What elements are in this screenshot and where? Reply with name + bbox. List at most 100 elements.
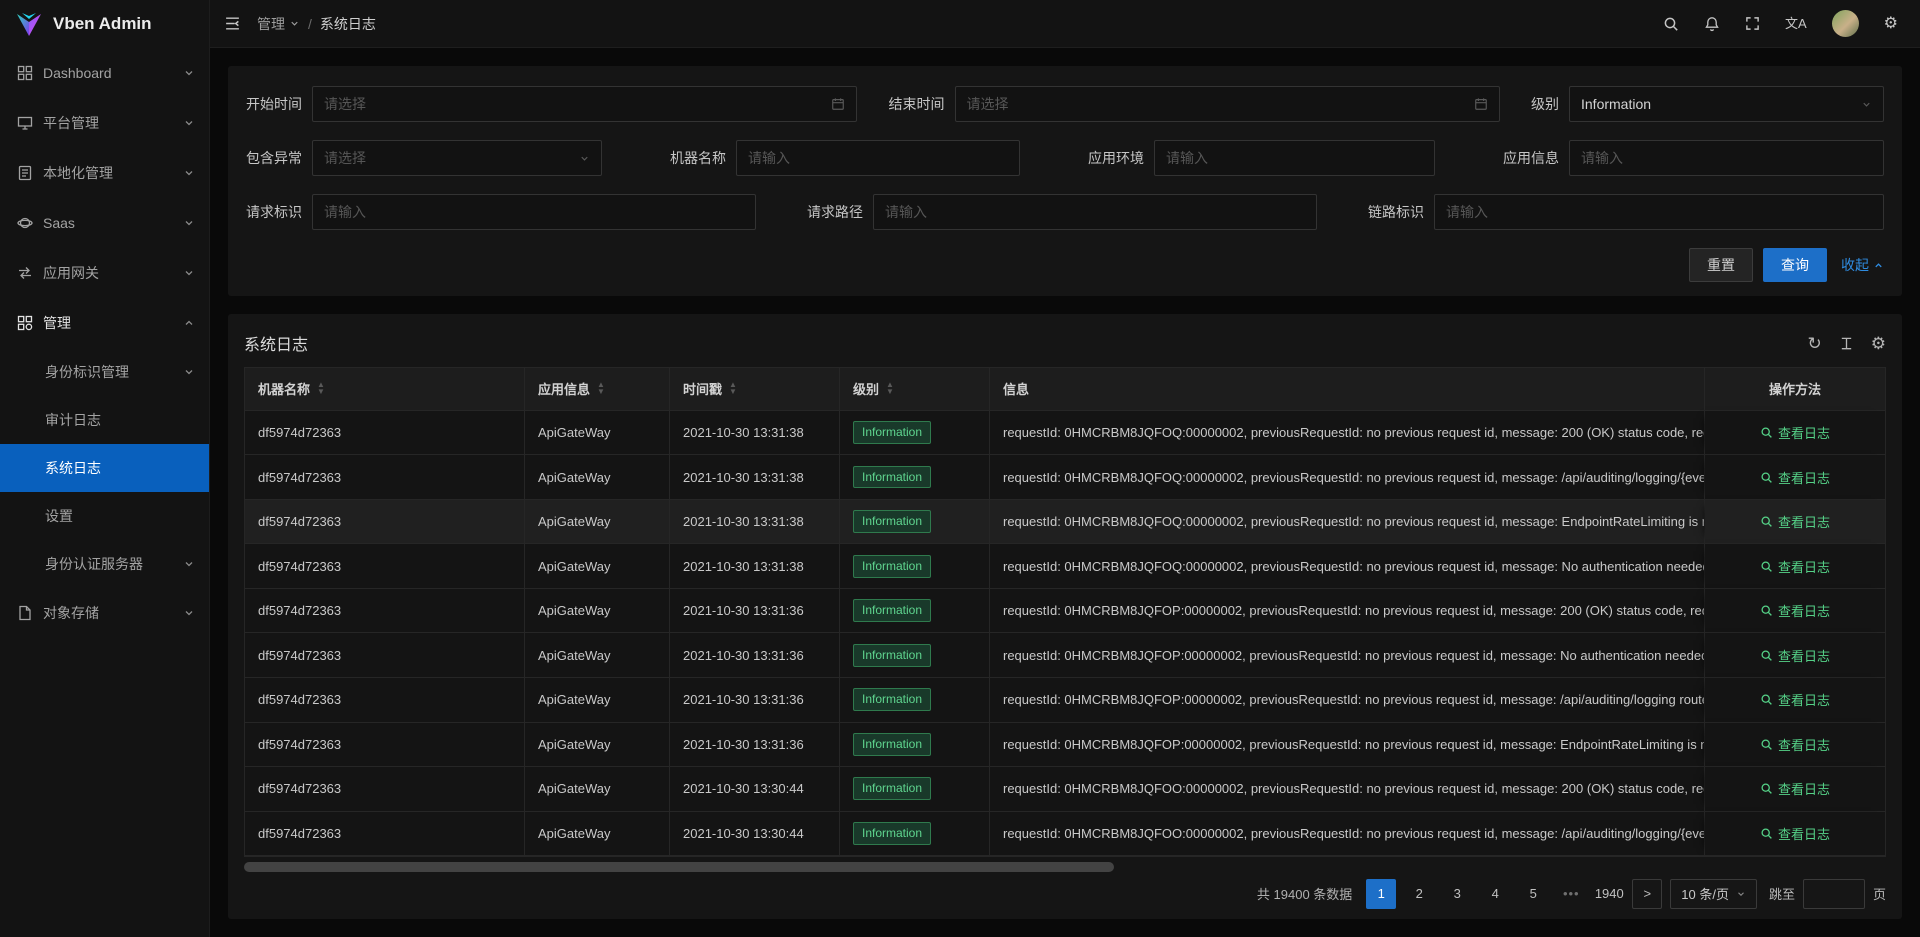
header-actions: 文A ⚙ <box>1663 10 1898 37</box>
page-jumper: 跳至 页 <box>1769 879 1886 909</box>
sidebar-item-saas[interactable]: Saas <box>0 198 209 248</box>
notification-bell-icon[interactable] <box>1704 16 1720 32</box>
cell-machine-name: df5974d72363 <box>245 767 525 811</box>
view-log-link[interactable]: 查看日志 <box>1760 646 1830 665</box>
start-time-input[interactable]: 请选择 <box>312 86 857 122</box>
top-header: 管理 / 系统日志 文A ⚙ <box>210 0 1920 48</box>
request-path-input[interactable] <box>873 194 1317 230</box>
machine-name-input[interactable] <box>736 140 1020 176</box>
cell-level: Information <box>840 455 990 499</box>
sidebar-subitem-label: 身份认证服务器 <box>45 554 143 574</box>
level-badge: Information <box>853 466 931 489</box>
column-header-timestamp[interactable]: 时间戳 ▲▼ <box>670 368 840 410</box>
view-log-link[interactable]: 查看日志 <box>1760 735 1830 754</box>
sidebar-subitem[interactable]: 身份标识管理 <box>0 348 209 396</box>
end-time-field: 结束时间 请选择 <box>889 86 1500 122</box>
magnifier-icon <box>1760 426 1773 439</box>
breadcrumb: 管理 / 系统日志 <box>257 14 376 34</box>
cell-app-info: ApiGateWay <box>525 767 670 811</box>
exception-select[interactable]: 请选择 <box>312 140 602 176</box>
sidebar-subitem[interactable]: 系统日志 <box>0 444 209 492</box>
sidebar-subitem[interactable]: 设置 <box>0 492 209 540</box>
sidebar-item-platform-management[interactable]: 平台管理 <box>0 98 209 148</box>
column-settings-icon[interactable]: ⚙ <box>1871 335 1886 352</box>
column-header-level[interactable]: 级别 ▲▼ <box>840 368 990 410</box>
sidebar-subitem-label: 审计日志 <box>45 410 101 430</box>
refresh-icon[interactable]: ↻ <box>1808 335 1822 352</box>
sidebar-item-management[interactable]: 管理 <box>0 298 209 348</box>
next-page-button[interactable]: > <box>1632 879 1662 909</box>
search-icon[interactable] <box>1663 16 1679 32</box>
jump-page-input[interactable] <box>1803 879 1865 909</box>
gear-icon[interactable]: ⚙ <box>1884 16 1898 32</box>
view-log-link[interactable]: 查看日志 <box>1760 557 1830 576</box>
environment-field: 应用环境 <box>1088 140 1435 176</box>
pagination-page[interactable]: 5 <box>1518 879 1548 909</box>
cell-app-info: ApiGateWay <box>525 411 670 455</box>
trace-id-input[interactable] <box>1434 194 1884 230</box>
collapse-link[interactable]: 收起 <box>1841 255 1884 275</box>
magnifier-icon <box>1760 649 1773 662</box>
view-log-link[interactable]: 查看日志 <box>1760 779 1830 798</box>
chevron-down-icon <box>183 558 195 570</box>
cell-level: Information <box>840 411 990 455</box>
logo-icon <box>14 9 44 39</box>
sidebar-item-application-gateway[interactable]: 应用网关 <box>0 248 209 298</box>
page-size-select[interactable]: 10 条/页 <box>1670 879 1757 909</box>
row-height-icon[interactable] <box>1839 336 1854 351</box>
request-path-field: 请求路径 <box>807 194 1317 230</box>
app-info-field: 应用信息 <box>1503 140 1884 176</box>
scrollbar-thumb[interactable] <box>244 862 1114 872</box>
end-time-input[interactable]: 请选择 <box>955 86 1500 122</box>
sidebar-item-localization-management[interactable]: 本地化管理 <box>0 148 209 198</box>
table-title: 系统日志 <box>244 331 308 355</box>
pagination-page[interactable]: 1 <box>1366 879 1396 909</box>
app-logo[interactable]: Vben Admin <box>0 0 209 48</box>
menu-fold-icon[interactable] <box>224 15 241 32</box>
sidebar-subitem[interactable]: 审计日志 <box>0 396 209 444</box>
view-log-link[interactable]: 查看日志 <box>1760 824 1830 843</box>
column-header-app-info[interactable]: 应用信息 ▲▼ <box>525 368 670 410</box>
magnifier-icon <box>1760 782 1773 795</box>
trace-id-field: 链路标识 <box>1368 194 1884 230</box>
pagination-page[interactable]: 2 <box>1404 879 1434 909</box>
reset-button[interactable]: 重置 <box>1689 248 1753 282</box>
column-header-machine-name[interactable]: 机器名称 ▲▼ <box>245 368 525 410</box>
cell-machine-name: df5974d72363 <box>245 812 525 856</box>
fullscreen-icon[interactable] <box>1745 16 1760 31</box>
gateway-icon <box>17 265 33 281</box>
sidebar-item-dashboard[interactable]: Dashboard <box>0 48 209 98</box>
platform-icon <box>17 115 33 131</box>
table-header-row: 机器名称 ▲▼ 应用信息 ▲▼ 时间戳 ▲▼ 级别 ▲▼ 信息 <box>245 368 1885 411</box>
table-row: df5974d72363 ApiGateWay 2021-10-30 13:31… <box>245 633 1885 678</box>
sidebar-subitem[interactable]: 身份认证服务器 <box>0 540 209 588</box>
level-select[interactable]: Information <box>1569 86 1884 122</box>
app-info-input[interactable] <box>1569 140 1884 176</box>
sidebar-item-label: 应用网关 <box>43 263 99 283</box>
table-row: df5974d72363 ApiGateWay 2021-10-30 13:31… <box>245 723 1885 768</box>
view-log-link[interactable]: 查看日志 <box>1760 690 1830 709</box>
chevron-up-icon <box>1873 260 1884 271</box>
pagination-page[interactable]: 3 <box>1442 879 1472 909</box>
field-label: 应用信息 <box>1503 148 1559 168</box>
breadcrumb-section[interactable]: 管理 <box>257 14 300 34</box>
search-button[interactable]: 查询 <box>1763 248 1827 282</box>
cell-action: 查看日志 <box>1705 723 1885 767</box>
view-log-link[interactable]: 查看日志 <box>1760 601 1830 620</box>
view-log-link[interactable]: 查看日志 <box>1760 468 1830 487</box>
view-log-link[interactable]: 查看日志 <box>1760 512 1830 531</box>
sidebar-item-object-storage[interactable]: 对象存储 <box>0 588 209 638</box>
translate-icon[interactable]: 文A <box>1785 17 1807 30</box>
table-toolbar: 系统日志 ↻ ⚙ <box>244 324 1886 363</box>
environment-input[interactable] <box>1154 140 1435 176</box>
pagination-page[interactable]: ••• <box>1556 879 1586 909</box>
cell-level: Information <box>840 812 990 856</box>
pagination-page[interactable]: 1940 <box>1594 879 1624 909</box>
view-log-link[interactable]: 查看日志 <box>1760 423 1830 442</box>
cell-timestamp: 2021-10-30 13:30:44 <box>670 812 840 856</box>
user-avatar[interactable] <box>1832 10 1859 37</box>
sidebar-item-label: 本地化管理 <box>43 163 113 183</box>
cell-level: Information <box>840 767 990 811</box>
request-id-input[interactable] <box>312 194 756 230</box>
pagination-page[interactable]: 4 <box>1480 879 1510 909</box>
